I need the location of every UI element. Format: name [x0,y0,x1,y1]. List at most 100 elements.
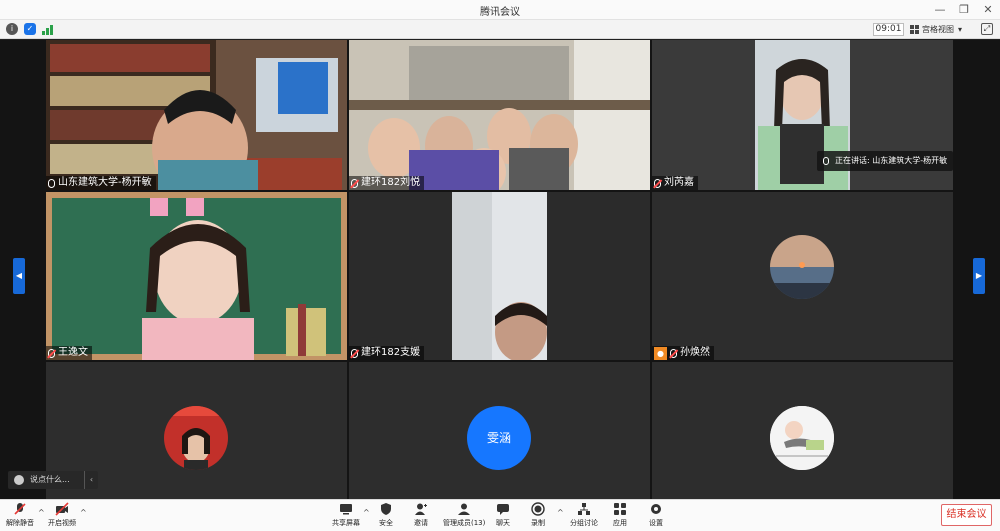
settings-button[interactable]: 设置 [649,502,663,530]
chat-button[interactable]: 聊天 [496,502,510,530]
video-options-chevron-icon[interactable]: ^ [80,508,87,517]
meeting-toolbar: 解除静音 ^ 开启视频 ^ 共享屏幕 ^ 安全 邀请 管理成员(13) 聊天 录… [0,499,1000,531]
mic-muted-icon [14,503,26,515]
meeting-timer: 09:01 [873,23,904,36]
shield-icon [381,503,391,515]
speaking-indicator: 正在讲话: 山东建筑大学-杨开敏 [817,151,954,171]
mic-muted-icon [670,348,677,358]
members-icon [458,503,471,515]
chalkboard-video-frame [46,192,347,360]
gear-icon [651,504,661,514]
chat-label: 聊天 [496,519,510,527]
add-user-icon [415,503,427,515]
view-mode-label: 宫格视图 [922,25,954,34]
record-label: 录制 [531,519,545,527]
participant-avatar [770,235,834,299]
festive-avatar-image [164,406,228,470]
participant-name: 山东建筑大学-杨开敏 [58,177,152,188]
info-icon[interactable]: i [6,23,18,35]
quick-chat-input[interactable]: 说点什么... ‹ [8,471,98,489]
manage-members-label: 管理成员(13) [443,519,486,527]
title-bar: 腾讯会议 — ❐ ✕ [0,0,1000,20]
participant-name-bar: ● 孙焕然 [652,346,714,360]
collapse-chevron-icon[interactable]: ‹ [84,471,98,489]
start-video-button[interactable]: 开启视频 [48,502,76,530]
record-icon [531,502,545,516]
view-mode-button[interactable]: 宫格视图 ▾ [910,23,972,36]
participant-avatar [164,406,228,470]
apps-label: 应用 [613,519,627,527]
apps-icon [614,503,626,515]
start-video-label: 开启视频 [48,519,76,527]
video-tile-2[interactable]: 建环182刘悦 [349,40,650,190]
chat-icon [497,504,509,515]
manage-members-button[interactable]: 管理成员(13) [443,502,485,530]
share-screen-button[interactable]: 共享屏幕 [332,502,360,530]
emoji-icon[interactable] [14,475,24,485]
video-tile-6[interactable]: ● 孙焕然 [652,192,953,360]
unmute-label: 解除静音 [6,519,34,527]
next-page-arrow-icon[interactable]: ▶ [973,258,985,294]
share-screen-label: 共享屏幕 [332,519,360,527]
settings-label: 设置 [649,519,663,527]
video-tile-4[interactable]: 王逸文 [46,192,347,360]
meeting-info-icons: i ✓ [6,23,54,35]
participant-name-bar: 山东建筑大学-杨开敏 [46,176,156,190]
video-tile-9[interactable] [652,362,953,499]
video-tile-5[interactable]: 建环182支媛 [349,192,650,360]
fullscreen-icon[interactable]: ⤢ [981,23,993,35]
grid-view-icon [910,25,919,34]
minimize-icon[interactable]: — [932,2,948,18]
breakout-label: 分组讨论 [570,519,598,527]
phone-video-frame [452,192,547,360]
participant-name-bar: 刘芮嘉 [652,176,698,190]
participant-name: 孙焕然 [680,347,710,358]
audio-options-chevron-icon[interactable]: ^ [38,508,45,517]
breakout-rooms-button[interactable]: 分组讨论 [570,502,598,530]
unmute-button[interactable]: 解除静音 [6,502,34,530]
apps-button[interactable]: 应用 [613,502,627,530]
invite-label: 邀请 [414,519,428,527]
cartoon-avatar-image [770,406,834,470]
window-title: 腾讯会议 [480,7,520,18]
participant-name-bar: 王逸文 [46,346,92,360]
video-grid: ◀ ▶ 山东建筑大学-杨开敏 建环182刘悦 刘芮嘉 王逸文 建环182支媛 ●… [0,40,1000,499]
security-label: 安全 [379,519,393,527]
video-tile-1[interactable]: 山东建筑大学-杨开敏 [46,40,347,190]
shield-icon[interactable]: ✓ [24,23,36,35]
info-bar: i ✓ 09:01 宫格视图 ▾ ⤢ [0,20,1000,39]
mic-muted-icon [351,348,358,358]
share-options-chevron-icon[interactable]: ^ [363,508,370,517]
breakout-icon [578,503,590,515]
record-options-chevron-icon[interactable]: ^ [557,508,564,517]
participant-avatar: 雯涵 [467,406,531,470]
participant-name: 建环182支媛 [361,347,421,358]
speaking-label: 正在讲话: 山东建筑大学-杨开敏 [835,156,948,165]
camera-off-icon [55,502,69,516]
chevron-down-icon: ▾ [958,25,963,34]
record-button[interactable]: 录制 [531,502,545,530]
mic-muted-icon [654,178,661,188]
tencent-meeting-window: 腾讯会议 — ❐ ✕ i ✓ 09:01 宫格视图 ▾ ⤢ ◀ ▶ 山东建筑大学… [0,0,1000,531]
restore-icon[interactable]: ❐ [956,2,972,18]
video-tile-8[interactable]: 雯涵 [349,362,650,499]
participant-name: 王逸文 [58,347,88,358]
bookshelf-video-frame [46,40,347,190]
end-meeting-button[interactable]: 结束会议 [941,504,992,526]
participant-name: 刘芮嘉 [664,177,694,188]
user-badge-icon: ● [654,346,667,360]
chat-placeholder: 说点什么... [30,475,70,484]
signal-icon[interactable] [42,23,54,35]
close-icon[interactable]: ✕ [980,2,996,18]
participant-name: 建环182刘悦 [361,177,421,188]
prev-page-arrow-icon[interactable]: ◀ [13,258,25,294]
participant-name-bar: 建环182刘悦 [349,176,425,190]
mic-muted-icon [48,348,55,358]
invite-button[interactable]: 邀请 [414,502,428,530]
sunset-avatar-image [770,235,834,299]
security-button[interactable]: 安全 [379,502,393,530]
mic-icon [48,178,55,188]
mic-icon [823,157,829,165]
share-screen-icon [340,504,352,515]
dorm-video-frame [349,40,650,190]
